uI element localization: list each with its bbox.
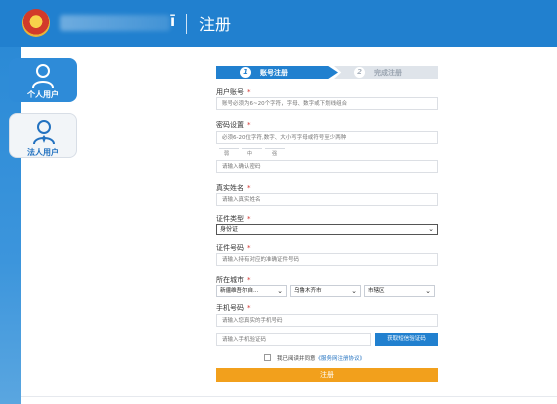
strength-weak: 弱 xyxy=(224,151,230,157)
strength-medium: 中 xyxy=(247,151,253,157)
phone-label: 手机号码 * xyxy=(216,304,251,312)
strength-strong: 强 xyxy=(272,151,278,157)
legal-user-icon xyxy=(33,120,55,145)
header-divider xyxy=(186,14,187,34)
password-input[interactable] xyxy=(216,131,438,144)
city-label: 所在城市 * xyxy=(216,276,251,284)
strength-bar-medium xyxy=(242,148,262,149)
confirm-password-input[interactable] xyxy=(216,160,438,173)
step-1-number: 1 xyxy=(240,67,251,78)
phone-input[interactable] xyxy=(216,314,438,327)
tab-legal-label: 法人用户 xyxy=(27,148,59,157)
city-value: 乌鲁木齐市 xyxy=(294,288,322,294)
id-type-value: 身份证 xyxy=(220,226,239,233)
agreement-link[interactable]: 《服务网注册协议》 xyxy=(316,356,366,362)
chevron-down-icon: ⌄ xyxy=(425,287,431,295)
province-select[interactable]: 新疆维吾尔自... ⌄ xyxy=(216,285,287,297)
strength-bar-strong xyxy=(265,148,285,149)
district-select[interactable]: 市辖区 ⌄ xyxy=(364,285,435,297)
id-number-input[interactable] xyxy=(216,253,438,266)
national-emblem-icon xyxy=(22,9,50,37)
account-label: 用户账号 * xyxy=(216,88,251,96)
chevron-down-icon: ⌄ xyxy=(428,225,434,233)
real-name-label: 真实姓名 * xyxy=(216,184,251,192)
sms-code-input[interactable] xyxy=(216,333,371,346)
step-2-label: 完成注册 xyxy=(374,69,402,77)
agree-prefix: 我已阅读并同意 xyxy=(277,356,316,362)
chevron-down-icon: ⌄ xyxy=(351,287,357,295)
province-value: 新疆维吾尔自... xyxy=(220,288,259,294)
chevron-down-icon: ⌄ xyxy=(277,287,283,295)
tab-personal-user[interactable]: 个人用户 xyxy=(9,58,77,102)
user-icon xyxy=(32,64,54,89)
app-header: ī 注册 xyxy=(0,0,557,47)
site-name-blurred xyxy=(60,15,170,31)
strength-bar-weak xyxy=(219,148,239,149)
step-complete-registration: 2 完成注册 xyxy=(334,66,438,79)
city-select[interactable]: 乌鲁木齐市 ⌄ xyxy=(290,285,361,297)
id-type-label: 证件类型 * xyxy=(216,215,251,223)
real-name-input[interactable] xyxy=(216,193,438,206)
account-input[interactable] xyxy=(216,97,438,110)
id-type-select[interactable]: 身份证 ⌄ xyxy=(216,224,438,235)
password-label: 密码设置 * xyxy=(216,121,251,129)
step-1-label: 账号注册 xyxy=(260,69,288,77)
step-account-registration: 1 账号注册 xyxy=(216,66,338,79)
page-title: 注册 xyxy=(199,15,232,34)
footer-divider xyxy=(21,396,557,397)
site-mark: ī xyxy=(170,12,176,30)
get-sms-code-button[interactable]: 获取短信验证码 xyxy=(375,333,438,346)
tab-personal-label: 个人用户 xyxy=(27,90,59,99)
step-2-number: 2 xyxy=(354,67,365,78)
agree-text: 我已阅读并同意《服务网注册协议》 xyxy=(277,354,365,362)
register-button[interactable]: 注册 xyxy=(216,368,438,382)
tab-legal-user[interactable]: 法人用户 xyxy=(9,113,77,158)
district-value: 市辖区 xyxy=(368,288,385,294)
id-number-label: 证件号码 * xyxy=(216,244,251,252)
agree-checkbox[interactable] xyxy=(264,354,271,361)
